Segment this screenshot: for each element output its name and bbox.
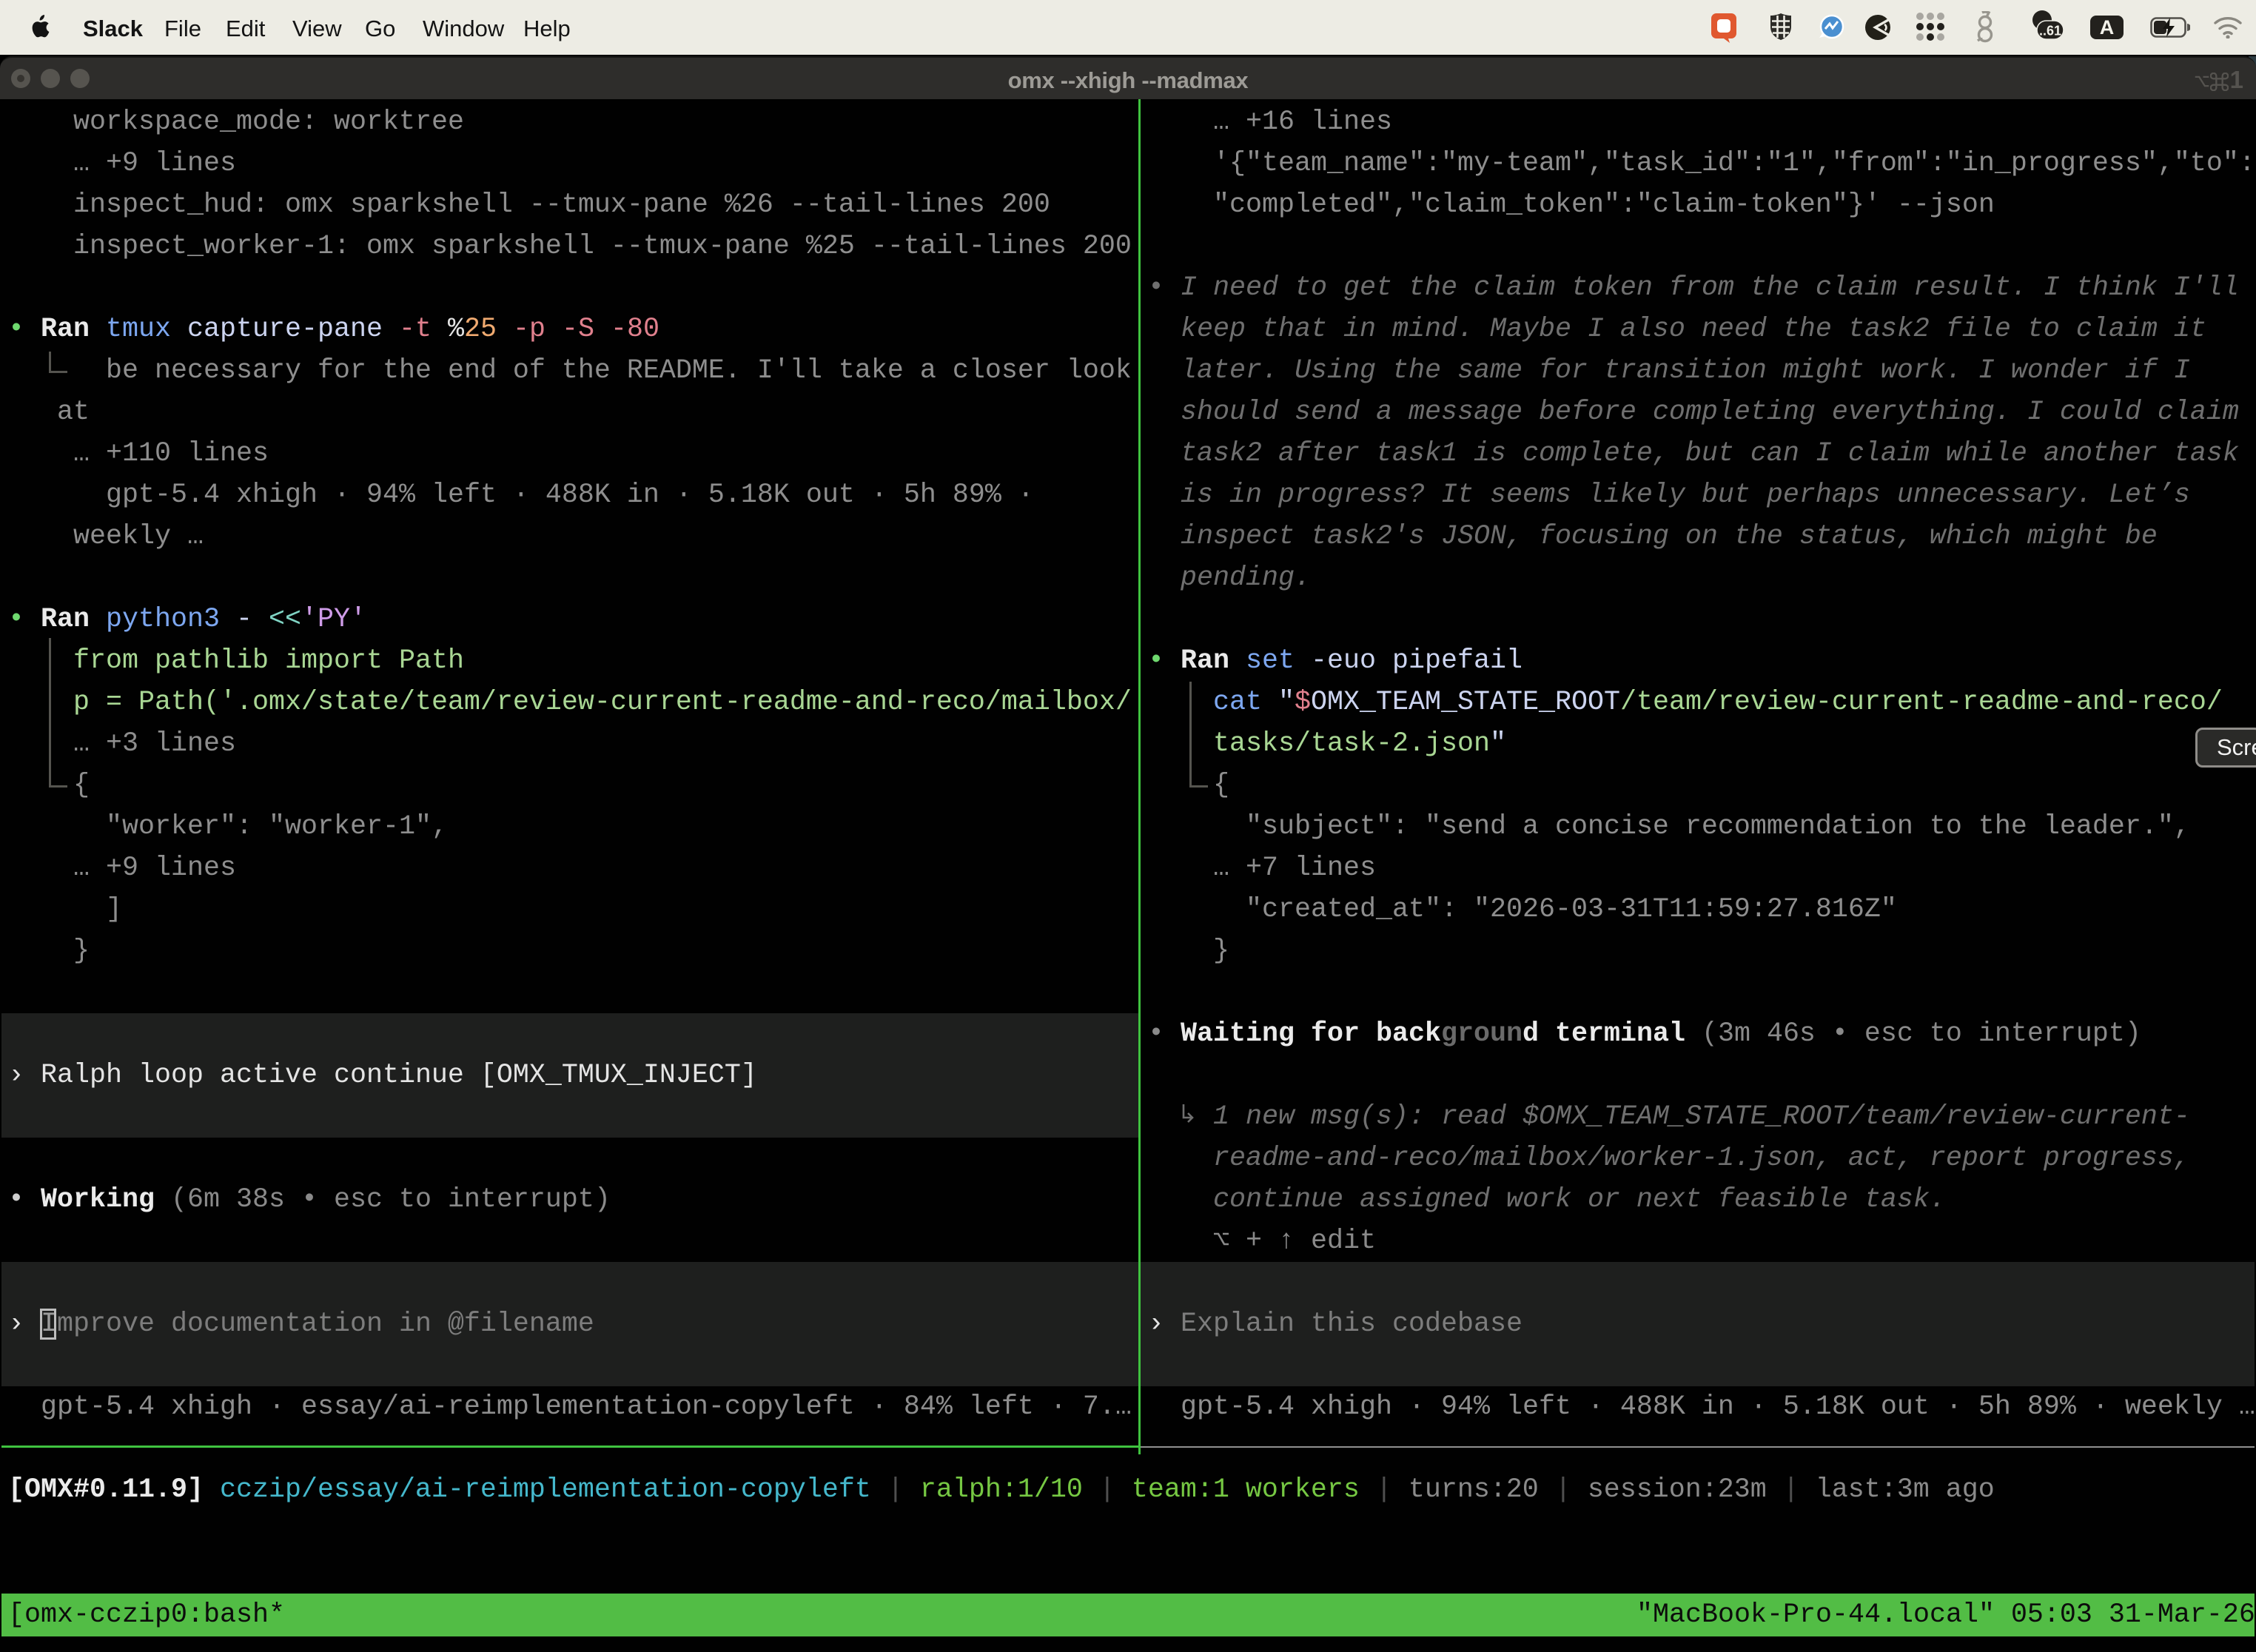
svg-text:..61: ..61: [2039, 24, 2061, 38]
